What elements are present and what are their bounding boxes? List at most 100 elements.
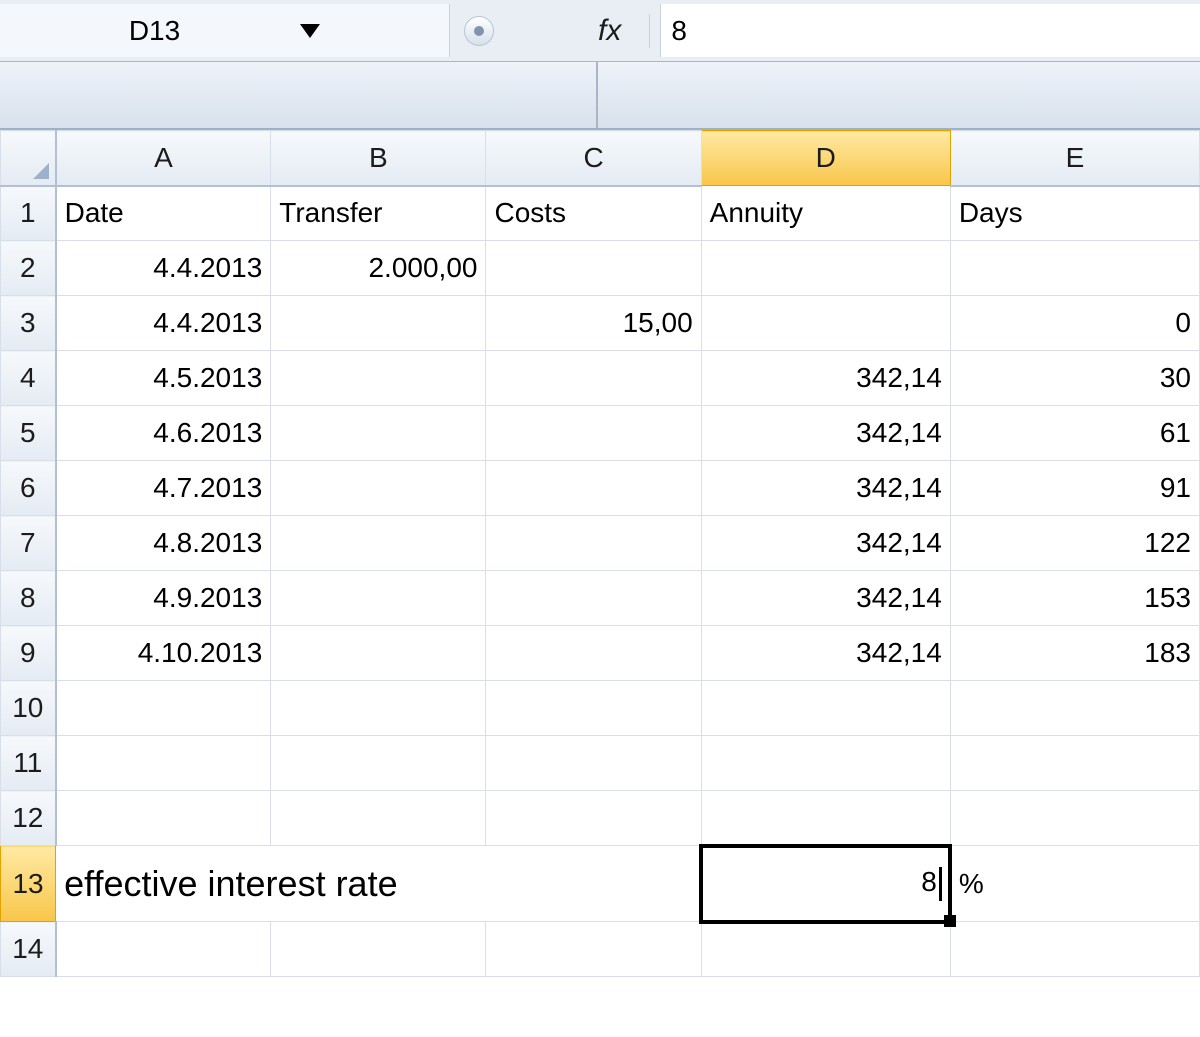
cell-A4[interactable]: 4.5.2013: [56, 351, 271, 406]
fx-icon[interactable]: fx: [500, 14, 650, 48]
cell-D6[interactable]: 342,14: [701, 461, 950, 516]
cell-D1[interactable]: Annuity: [701, 186, 950, 241]
row-header-10[interactable]: 10: [1, 681, 56, 736]
cell-A13-merged-label[interactable]: effective interest rate: [56, 846, 702, 922]
cell-E8[interactable]: 153: [950, 571, 1199, 626]
cell-C4[interactable]: [486, 351, 701, 406]
row-header-8[interactable]: 8: [1, 571, 56, 626]
cell-C8[interactable]: [486, 571, 701, 626]
cell-A2[interactable]: 4.4.2013: [56, 241, 271, 296]
cell-B3[interactable]: [271, 296, 486, 351]
cell-E7[interactable]: 122: [950, 516, 1199, 571]
cell-D12[interactable]: [701, 791, 950, 846]
cell-E1[interactable]: Days: [950, 186, 1199, 241]
row-8: 84.9.2013 342,14153: [1, 571, 1200, 626]
cell-C3[interactable]: 15,00: [486, 296, 701, 351]
cell-D10[interactable]: [701, 681, 950, 736]
cell-E14[interactable]: [950, 922, 1199, 977]
cell-D8[interactable]: 342,14: [701, 571, 950, 626]
cell-A6[interactable]: 4.7.2013: [56, 461, 271, 516]
row-header-11[interactable]: 11: [1, 736, 56, 791]
cell-D13[interactable]: 8: [701, 846, 950, 922]
name-box-dropdown-icon[interactable]: [300, 24, 320, 38]
cell-C7[interactable]: [486, 516, 701, 571]
cell-A3[interactable]: 4.4.2013: [56, 296, 271, 351]
cell-D2[interactable]: [701, 241, 950, 296]
col-header-E[interactable]: E: [950, 131, 1199, 186]
cell-A1[interactable]: Date: [56, 186, 271, 241]
formula-value: 8: [671, 15, 687, 47]
cell-A8[interactable]: 4.9.2013: [56, 571, 271, 626]
cancel-icon[interactable]: [464, 16, 494, 46]
row-header-3[interactable]: 3: [1, 296, 56, 351]
cell-C14[interactable]: [486, 922, 701, 977]
cell-C12[interactable]: [486, 791, 701, 846]
cell-E9[interactable]: 183: [950, 626, 1199, 681]
cell-D3[interactable]: [701, 296, 950, 351]
cell-A7[interactable]: 4.8.2013: [56, 516, 271, 571]
col-header-B[interactable]: B: [271, 131, 486, 186]
cell-D11[interactable]: [701, 736, 950, 791]
cell-B7[interactable]: [271, 516, 486, 571]
cell-E13[interactable]: %: [950, 846, 1199, 922]
grid[interactable]: A B C D E 1DateTransferCostsAnnuityDays2…: [0, 130, 1200, 977]
cell-B11[interactable]: [271, 736, 486, 791]
cell-C5[interactable]: [486, 406, 701, 461]
row-header-9[interactable]: 9: [1, 626, 56, 681]
cell-C11[interactable]: [486, 736, 701, 791]
cell-E3[interactable]: 0: [950, 296, 1199, 351]
formula-input[interactable]: 8: [660, 4, 1200, 57]
cell-A9[interactable]: 4.10.2013: [56, 626, 271, 681]
cell-A12[interactable]: [56, 791, 271, 846]
name-box[interactable]: D13: [111, 11, 338, 51]
row-2: 24.4.20132.000,00: [1, 241, 1200, 296]
row-header-7[interactable]: 7: [1, 516, 56, 571]
col-header-D[interactable]: D: [701, 131, 950, 186]
col-header-A[interactable]: A: [56, 131, 271, 186]
cell-B2[interactable]: 2.000,00: [271, 241, 486, 296]
cell-B5[interactable]: [271, 406, 486, 461]
row-header-2[interactable]: 2: [1, 241, 56, 296]
cell-B9[interactable]: [271, 626, 486, 681]
cell-C6[interactable]: [486, 461, 701, 516]
cell-D5[interactable]: 342,14: [701, 406, 950, 461]
cell-C2[interactable]: [486, 241, 701, 296]
cell-E12[interactable]: [950, 791, 1199, 846]
cell-D14[interactable]: [701, 922, 950, 977]
cell-E10[interactable]: [950, 681, 1199, 736]
row-header-12[interactable]: 12: [1, 791, 56, 846]
cell-B8[interactable]: [271, 571, 486, 626]
cell-E6[interactable]: 91: [950, 461, 1199, 516]
cell-A10[interactable]: [56, 681, 271, 736]
row-header-5[interactable]: 5: [1, 406, 56, 461]
cell-A5[interactable]: 4.6.2013: [56, 406, 271, 461]
cell-D9[interactable]: 342,14: [701, 626, 950, 681]
cell-B12[interactable]: [271, 791, 486, 846]
row-11: 11: [1, 736, 1200, 791]
cell-B14[interactable]: [271, 922, 486, 977]
row-header-6[interactable]: 6: [1, 461, 56, 516]
cell-B10[interactable]: [271, 681, 486, 736]
cell-B6[interactable]: [271, 461, 486, 516]
select-all-corner[interactable]: [1, 131, 56, 186]
row-header-14[interactable]: 14: [1, 922, 56, 977]
row-header-1[interactable]: 1: [1, 186, 56, 241]
cell-B1[interactable]: Transfer: [271, 186, 486, 241]
cell-C9[interactable]: [486, 626, 701, 681]
cell-B4[interactable]: [271, 351, 486, 406]
name-box-value: D13: [129, 15, 180, 47]
cell-C1[interactable]: Costs: [486, 186, 701, 241]
cell-D4[interactable]: 342,14: [701, 351, 950, 406]
cell-D7[interactable]: 342,14: [701, 516, 950, 571]
cell-A11[interactable]: [56, 736, 271, 791]
spreadsheet[interactable]: A B C D E 1DateTransferCostsAnnuityDays2…: [0, 130, 1200, 977]
cell-E11[interactable]: [950, 736, 1199, 791]
row-header-13[interactable]: 13: [1, 846, 56, 922]
cell-E2[interactable]: [950, 241, 1199, 296]
cell-C10[interactable]: [486, 681, 701, 736]
cell-E5[interactable]: 61: [950, 406, 1199, 461]
col-header-C[interactable]: C: [486, 131, 701, 186]
cell-A14[interactable]: [56, 922, 271, 977]
cell-E4[interactable]: 30: [950, 351, 1199, 406]
row-header-4[interactable]: 4: [1, 351, 56, 406]
